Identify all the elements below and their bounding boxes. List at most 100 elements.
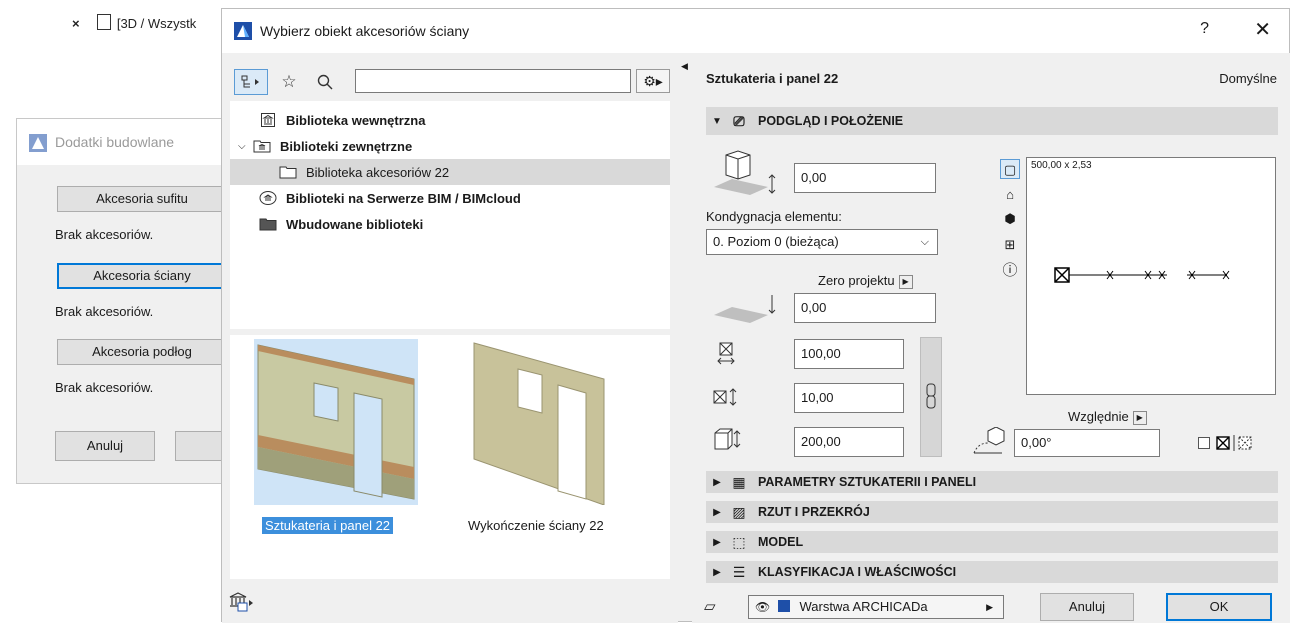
floor-accessories-button[interactable]: Akcesoria podłog [57,339,227,365]
moulding-panel-preview [257,344,415,500]
model-cube-icon: ⬚ [732,533,746,550]
favorites-star-icon[interactable]: ☆ [276,69,302,95]
folder-filled-icon [258,216,278,232]
zero-project-menu-icon[interactable]: ▶ [898,274,913,289]
object-thumbnails: Sztukateria i panel 22 Wykończenie ścian… [230,335,670,579]
library-manager-icon[interactable] [228,591,254,617]
archicad-icon [29,134,47,152]
building-additions-title: Dodatki budowlane [55,134,175,150]
view-tab-label: [3D / Wszystk [116,16,197,31]
pane-collapse-icon[interactable]: ◀ [681,61,688,72]
tree-item-label: Biblioteki zewnętrzne [280,138,413,154]
relative-label[interactable]: Względnie ▶ [1068,409,1147,425]
parameters-icon: ▦ [732,473,746,490]
preview-position-icon: ⎚ [733,112,745,129]
library-folder-icon [252,138,272,154]
settings-gear-icon[interactable]: ⚙▸ [636,69,670,93]
thumbnail-label-wall-finish[interactable]: Wykończenie ściany 22 [468,518,604,533]
object-settings-pane: Sztukateria i panel 22 Domyślne ▼ ⎚ PODG… [692,53,1290,623]
elevation-icon [712,291,782,323]
section-collapsed-icon: ▶ [713,476,721,488]
story-label: Kondygnacja elementu: [706,209,842,224]
rotation-angle-field[interactable]: 0,00° [1014,429,1160,457]
relative-menu-icon[interactable]: ▶ [1132,410,1147,425]
section-preview-positioning[interactable]: ▼ ⎚ PODGLĄD I POŁOŻENIE [706,107,1278,135]
depth-field[interactable]: 10,00 [794,383,904,413]
mirror-options-icon[interactable] [1216,435,1258,454]
building-additions-dialog: Dodatki budowlane Akcesoria sufitu Brak … [16,118,235,484]
layer-select-value: Warstwa ARCHICADa [799,599,928,614]
folder-view-icon[interactable] [234,69,268,95]
section-preview-icon[interactable]: ⌂ [1000,185,1020,205]
3d-preview-icon[interactable]: ⬢ [1000,209,1020,229]
height-icon [712,427,742,454]
tree-item-built-in-libraries[interactable]: Wbudowane biblioteki [230,211,698,237]
offset-field[interactable]: 0,00 [794,163,936,193]
section-title: MODEL [758,535,804,549]
section-classification[interactable]: ▶ ☰ KLASYFIKACJA I WŁAŚCIWOŚCI [706,561,1278,583]
tree-item-label: Biblioteka akcesoriów 22 [306,164,450,180]
tab-close-icon[interactable]: × [72,16,80,31]
elevation-field[interactable]: 0,00 [794,293,936,323]
ceiling-status-text: Brak akcesoriów. [55,227,154,242]
section-collapsed-icon: ▶ [713,566,721,578]
ok-button[interactable]: OK [1166,593,1272,621]
classification-icon: ☰ [732,563,746,580]
elevation-preview-icon[interactable]: ⊞ [1000,235,1020,255]
rotation-angle-icon [972,426,1006,458]
layer-select[interactable]: 👁 Warstwa ARCHICADa ▶ [748,595,1004,619]
thumbnail-wall-finish[interactable] [454,339,618,506]
thumbnail-moulding-panel[interactable] [254,339,418,505]
tree-item-bim-server-libraries[interactable]: Biblioteki na Serwerze BIM / BIMcloud [230,185,698,211]
search-icon[interactable] [312,69,338,95]
thumbnail-label-moulding-panel[interactable]: Sztukateria i panel 22 [262,517,394,534]
height-field[interactable]: 200,00 [794,427,904,457]
chevron-down-icon[interactable]: ⌵ [238,141,252,152]
bg-cancel-button[interactable]: Anuluj [55,431,155,461]
width-field[interactable]: 100,00 [794,339,904,369]
building-additions-titlebar: Dodatki budowlane [17,119,221,165]
wall-accessories-button[interactable]: Akcesoria ściany [57,263,227,289]
chevron-down-icon: ⌵ [920,236,929,248]
defaults-label: Domyślne [1219,71,1277,86]
layer-stack-icon: ▱ [704,598,716,615]
dialog-title: Wybierz obiekt akcesoriów ściany [260,23,470,39]
section-collapsed-icon: ▶ [713,536,721,548]
chain-link-icon [926,383,936,409]
background-view-tab[interactable]: × [3D / Wszystk [72,14,196,31]
offset-to-story-icon [712,149,782,199]
plan-symbol [1054,267,1230,283]
section-title: PODGLĄD I POŁOŻENIE [758,114,904,128]
story-select[interactable]: 0. Poziom 0 (bieżąca) ⌵ [706,229,938,255]
library-search-input[interactable] [355,69,631,93]
library-building-icon [258,112,278,128]
object-name-label: Sztukateria i panel 22 [706,71,839,86]
section-model[interactable]: ▶ ⬚ MODEL [706,531,1278,553]
object-preview: 500,00 x 2,53 [1026,157,1276,395]
select-wall-accessory-dialog: Wybierz obiekt akcesoriów ściany ? ✕ ☆ ⚙… [221,8,1290,623]
view-tab-icon [97,14,112,30]
tree-item-label: Wbudowane biblioteki [286,216,424,232]
info-icon[interactable]: ⓘ [1000,261,1020,281]
tree-item-linked-libraries[interactable]: ⌵ Biblioteki zewnętrzne [230,133,678,159]
section-moulding-parameters[interactable]: ▶ ▦ PARAMETRY SZTUKATERII I PANELI [706,471,1278,493]
eye-visibility-icon: 👁 [755,600,771,614]
cancel-button[interactable]: Anuluj [1040,593,1134,621]
floor-status-text: Brak akcesoriów. [55,380,154,395]
floor-plan-preview-icon[interactable]: ▢ [1000,159,1020,179]
tree-item-embedded-library[interactable]: Biblioteka wewnętrzna [230,107,698,133]
layer-menu-icon: ▶ [986,602,993,612]
close-icon[interactable]: ✕ [1254,17,1271,42]
tree-item-accessories-library[interactable]: Biblioteka akcesoriów 22 [230,159,670,185]
ceiling-accessories-button[interactable]: Akcesoria sufitu [57,186,227,212]
mirror-off-checkbox[interactable] [1198,437,1210,449]
section-plan-section[interactable]: ▶ ▨ RZUT I PRZEKRÓJ [706,501,1278,523]
zero-project-label[interactable]: Zero projektu ▶ [818,273,913,289]
section-title: RZUT I PRZEKRÓJ [758,505,870,519]
width-icon [714,341,738,370]
help-icon[interactable]: ? [1200,20,1209,38]
library-tree: Biblioteka wewnętrzna ⌵ Biblioteki zewnę… [230,101,670,329]
proportion-lock-button[interactable] [920,337,942,457]
section-title: PARAMETRY SZTUKATERII I PANELI [758,475,977,489]
wall-finish-preview [473,342,605,506]
